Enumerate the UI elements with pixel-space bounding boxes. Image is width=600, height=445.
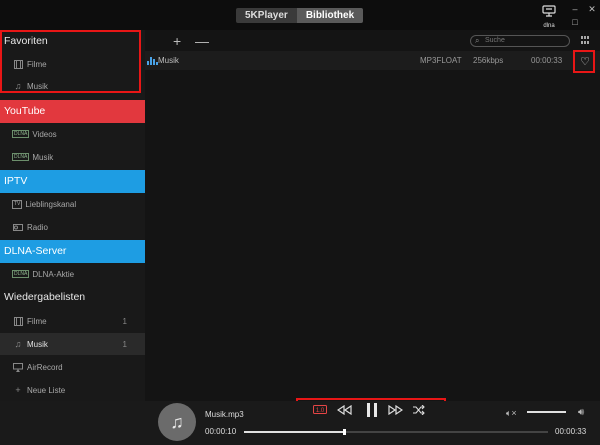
new-list-button[interactable]: + Neue Liste (0, 379, 145, 401)
progress-fill (244, 431, 345, 433)
sidebar-item-label: Neue Liste (27, 385, 66, 395)
sidebar-item-lieblingskanal[interactable]: TV Lieblingskanal (0, 193, 145, 215)
now-playing-icon (147, 57, 158, 65)
tab-bibliothek[interactable]: Bibliothek (296, 8, 364, 23)
sidebar-item-label: Musik (27, 81, 48, 91)
tab-5kplayer[interactable]: 5KPlayer (236, 8, 297, 23)
film-icon (12, 59, 24, 69)
row-format: MP3FLOAT (420, 56, 462, 65)
section-wiedergabelisten[interactable]: Wiedergabelisten (0, 286, 145, 309)
music-note-icon: ♫ (14, 81, 22, 91)
sidebar-item-label: Musik (32, 152, 54, 162)
search-icon: ⌕ (475, 36, 480, 45)
airplay-icon (12, 362, 24, 372)
time-total: 00:00:33 (555, 427, 587, 436)
tv-icon: TV (12, 199, 23, 209)
sidebar-item-label: AirRecord (27, 362, 63, 372)
dlna-icon: DLNA (12, 270, 30, 278)
mode-switch: 5KPlayer Bibliothek (236, 8, 364, 23)
dlna-button[interactable]: dlna (537, 4, 561, 30)
radio-icon (12, 223, 24, 231)
sidebar-item-label: Videos (32, 129, 57, 139)
row-duration: 00:00:33 (531, 56, 563, 65)
shuffle-button[interactable] (412, 404, 426, 418)
album-art-music-icon: ♫ (158, 403, 196, 441)
close-button[interactable]: ✕ (586, 4, 598, 15)
section-youtube[interactable]: YouTube (0, 100, 145, 123)
sidebar-item-youtube-musik[interactable]: DLNA Musik (0, 146, 145, 168)
item-count: 1 (122, 339, 127, 349)
sidebar-item-label: Musik (27, 339, 48, 349)
dlna-icon (542, 5, 556, 17)
sidebar-item-label: Filme (27, 59, 47, 69)
rewind-button[interactable] (336, 404, 352, 418)
grid-view-icon[interactable] (581, 36, 590, 44)
mute-icon[interactable]: 🔈︎× (506, 408, 517, 419)
row-name: Musik (158, 56, 179, 65)
sidebar-item-label: Filme (27, 316, 47, 326)
favorite-heart-icon[interactable]: ♡ (575, 53, 595, 73)
sidebar-item-playlist-musik[interactable]: ♫ Musik 1 (0, 333, 145, 355)
remove-button[interactable]: — (195, 33, 209, 49)
search-placeholder: Suche (485, 37, 505, 44)
time-current: 00:00:10 (205, 427, 237, 436)
sidebar-item-airrecord[interactable]: AirRecord (0, 356, 145, 378)
section-favoriten[interactable]: Favoriten (0, 30, 145, 53)
minimize-button[interactable]: – (569, 4, 581, 14)
sidebar-item-youtube-videos[interactable]: DLNA Videos (0, 123, 145, 145)
title-bar: 5KPlayer Bibliothek dlna – □ ✕ (0, 0, 600, 30)
sidebar-item-radio[interactable]: Radio (0, 216, 145, 238)
speed-button[interactable]: 1.0 (313, 404, 327, 418)
progress-handle[interactable] (343, 429, 347, 435)
speed-label: 1.0 (316, 408, 325, 414)
sidebar-item-label: DLNA-Aktie (32, 269, 75, 279)
sidebar-item-favoriten-musik[interactable]: ♫ Musik (0, 75, 145, 97)
plus-icon: + (15, 385, 21, 395)
search-input[interactable]: ⌕ Suche (470, 35, 570, 47)
maximize-button[interactable]: □ (569, 17, 581, 27)
music-note-icon: ♫ (14, 339, 22, 349)
section-iptv[interactable]: IPTV (0, 170, 145, 193)
player-bar: ♫ Musik.mp3 00:00:10 00:00:33 1.0 🔈︎× 🔊︎ (0, 401, 600, 445)
sidebar-item-label: Lieblingskanal (25, 199, 77, 209)
section-dlna-server[interactable]: DLNA-Server (0, 240, 145, 263)
library-list: + — ⌕ Suche Musik MP3FLOAT 256kbps 00:00… (145, 30, 600, 401)
track-title: Musik.mp3 (205, 410, 244, 419)
add-button[interactable]: + (173, 33, 181, 49)
table-row[interactable]: Musik MP3FLOAT 256kbps 00:00:33 ♡ (145, 51, 600, 70)
sidebar-item-favoriten-filme[interactable]: Filme (0, 53, 145, 75)
sidebar-item-dlna-aktie[interactable]: DLNA DLNA-Aktie (0, 263, 145, 285)
sidebar: Favoriten Filme ♫ Musik YouTube DLNA Vid… (0, 30, 145, 401)
dlna-icon: DLNA (12, 130, 30, 138)
film-icon (12, 316, 24, 326)
row-bitrate: 256kbps (473, 56, 504, 65)
volume-slider[interactable] (527, 411, 566, 413)
dlna-label: dlna (543, 23, 555, 29)
sidebar-item-label: Radio (27, 222, 48, 232)
fast-forward-button[interactable] (388, 404, 404, 418)
dlna-icon: DLNA (12, 153, 30, 161)
volume-icon[interactable]: 🔊︎ (578, 407, 584, 418)
pause-button[interactable] (366, 402, 378, 421)
item-count: 1 (122, 316, 127, 326)
sidebar-item-playlist-filme[interactable]: Filme 1 (0, 310, 145, 332)
progress-bar[interactable] (244, 429, 548, 435)
